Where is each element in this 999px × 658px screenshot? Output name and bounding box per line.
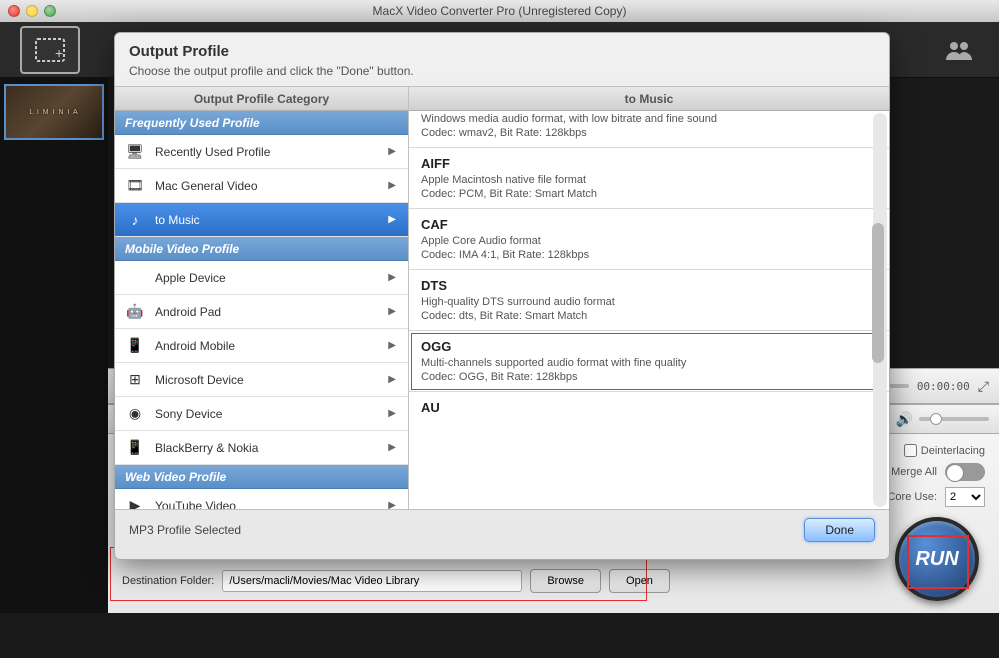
windows-icon: ⊞ — [125, 371, 145, 389]
output-profile-dialog: Output Profile Choose the output profile… — [114, 32, 890, 560]
dest-label: Destination Folder: — [122, 575, 214, 587]
apple-icon — [125, 269, 145, 287]
minimize-window-button[interactable] — [26, 5, 38, 17]
category-list: Frequently Used Profile 🖥Recently Used P… — [115, 111, 408, 509]
format-codec: Codec: IMA 4:1, Bit Rate: 128kbps — [421, 249, 877, 261]
format-item-aiff[interactable]: AIFF Apple Macintosh native file format Co… — [409, 148, 889, 209]
android-mobile-icon: 📱 — [125, 337, 145, 355]
format-name: OGG — [421, 339, 877, 354]
close-window-button[interactable] — [8, 5, 20, 17]
section-mobile: Mobile Video Profile — [115, 237, 408, 261]
mac-icon: 🎞 — [125, 177, 145, 195]
merge-all-label: Merge All — [891, 466, 937, 478]
chevron-right-icon: ▶ — [388, 146, 396, 157]
format-desc: High-quality DTS surround audio format — [421, 296, 877, 308]
format-name: AU — [421, 400, 877, 415]
profile-status: MP3 Profile Selected — [129, 523, 241, 537]
section-frequently-used: Frequently Used Profile — [115, 111, 408, 135]
format-item-ogg[interactable]: OGG Multi-channels supported audio format… — [409, 331, 889, 392]
fullscreen-icon[interactable]: ⤢ — [978, 378, 989, 395]
titlebar: MacX Video Converter Pro (Unregistered C… — [0, 0, 999, 22]
format-codec: Codec: OGG, Bit Rate: 128kbps — [421, 371, 877, 383]
deinterlacing-checkbox[interactable] — [904, 444, 917, 457]
deinterlacing-option[interactable]: Deinterlacing — [904, 444, 985, 457]
cat-microsoft-device[interactable]: ⊞Microsoft Device▶ — [115, 363, 408, 397]
chevron-right-icon: ▶ — [388, 306, 396, 317]
format-scrollbar[interactable] — [873, 113, 887, 507]
dest-folder-input[interactable] — [222, 570, 522, 592]
chevron-right-icon: ▶ — [388, 340, 396, 351]
dialog-title: Output Profile — [129, 43, 875, 60]
volume-icon[interactable]: 🔊 — [896, 411, 913, 428]
chevron-right-icon: ▶ — [388, 408, 396, 419]
section-web: Web Video Profile — [115, 465, 408, 489]
youtube-icon: ▶ — [125, 497, 145, 510]
format-name: DTS — [421, 278, 877, 293]
svg-text:+: + — [55, 45, 63, 61]
format-codec: Codec: PCM, Bit Rate: Smart Match — [421, 188, 877, 200]
cat-to-music[interactable]: ♪to Music▶ — [115, 203, 408, 237]
chevron-right-icon: ▶ — [388, 442, 396, 453]
chevron-right-icon: ▶ — [388, 180, 396, 191]
format-codec: Codec: dts, Bit Rate: Smart Match — [421, 310, 877, 322]
cat-blackberry-nokia[interactable]: 📱BlackBerry & Nokia▶ — [115, 431, 408, 465]
sony-icon: ◉ — [125, 405, 145, 423]
format-item-dts[interactable]: DTS High-quality DTS surround audio forma… — [409, 270, 889, 331]
format-desc: Apple Core Audio format — [421, 235, 877, 247]
time-display: 00:00:00 — [917, 380, 970, 393]
thumb-label: L I M I N I A — [29, 109, 78, 116]
format-item-au[interactable]: AU — [409, 392, 889, 415]
add-video-button[interactable]: + — [20, 26, 80, 74]
format-desc: Windows media audio format, with low bit… — [421, 113, 877, 125]
zoom-window-button[interactable] — [44, 5, 56, 17]
cat-android-mobile[interactable]: 📱Android Mobile▶ — [115, 329, 408, 363]
chevron-right-icon: ▶ — [388, 500, 396, 509]
done-button[interactable]: Done — [804, 518, 875, 542]
format-codec: Codec: wmav2, Bit Rate: 128kbps — [421, 127, 877, 139]
format-name: AIFF — [421, 156, 877, 171]
blackberry-icon: 📱 — [125, 439, 145, 457]
browse-button[interactable]: Browse — [530, 569, 601, 593]
cat-apple-device[interactable]: Apple Device▶ — [115, 261, 408, 295]
format-column-header: to Music — [409, 87, 889, 111]
format-desc: Apple Macintosh native file format — [421, 174, 877, 186]
format-list: Windows media audio format, with low bit… — [409, 111, 889, 509]
open-button[interactable]: Open — [609, 569, 670, 593]
volume-slider[interactable] — [919, 417, 989, 421]
category-column-header: Output Profile Category — [115, 87, 408, 111]
cat-youtube-video[interactable]: ▶YouTube Video▶ — [115, 489, 408, 509]
run-button[interactable]: RUN — [895, 517, 979, 601]
format-name: CAF — [421, 217, 877, 232]
music-icon: ♪ — [125, 211, 145, 229]
chevron-right-icon: ▶ — [388, 272, 396, 283]
format-item-wma[interactable]: Windows media audio format, with low bit… — [409, 111, 889, 148]
format-desc: Multi-channels supported audio format wi… — [421, 357, 877, 369]
video-thumbnail[interactable]: L I M I N I A — [4, 84, 104, 140]
recent-icon: 🖥 — [125, 143, 145, 161]
video-thumbnails-sidebar: L I M I N I A — [0, 78, 108, 613]
cat-mac-video[interactable]: 🎞Mac General Video▶ — [115, 169, 408, 203]
dialog-subtitle: Choose the output profile and click the … — [129, 64, 875, 78]
merge-all-toggle[interactable] — [945, 463, 985, 481]
cat-android-pad[interactable]: 🤖Android Pad▶ — [115, 295, 408, 329]
window-title: MacX Video Converter Pro (Unregistered C… — [373, 4, 627, 18]
core-use-select[interactable]: 2 — [945, 487, 985, 507]
cat-recently-used[interactable]: 🖥Recently Used Profile▶ — [115, 135, 408, 169]
format-item-caf[interactable]: CAF Apple Core Audio format Codec: IMA 4:1… — [409, 209, 889, 270]
cat-sony-device[interactable]: ◉Sony Device▶ — [115, 397, 408, 431]
android-pad-icon: 🤖 — [125, 303, 145, 321]
chevron-right-icon: ▶ — [388, 374, 396, 385]
chevron-right-icon: ▶ — [388, 214, 396, 225]
people-icon[interactable] — [939, 30, 979, 70]
